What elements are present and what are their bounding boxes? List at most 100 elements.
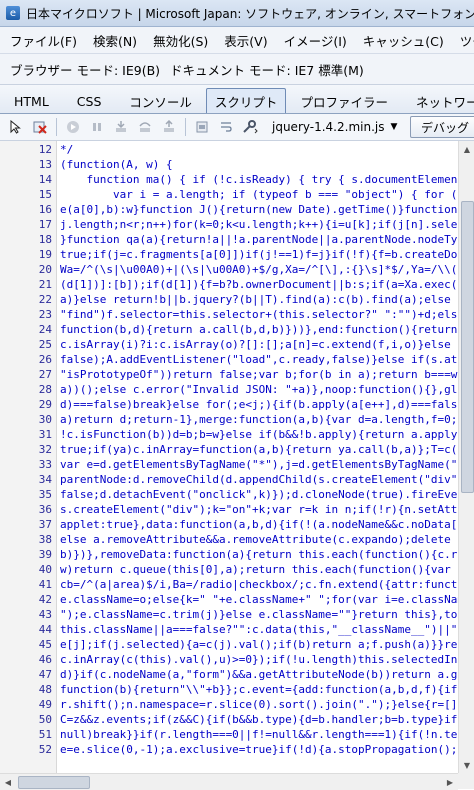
line-number[interactable]: 15 [0, 188, 52, 202]
code-line[interactable]: 25 c.isArray(i)?i:c.isArray(o)?[]:[];a[n]… [0, 338, 458, 352]
code-line[interactable]: 50 C=z&&z.events;if(z&&C){if(b&&b.type){d… [0, 713, 458, 727]
code-line[interactable]: 15 var i = a.length; if (typeof b === "o… [0, 188, 458, 202]
line-number[interactable]: 32 [0, 443, 52, 457]
line-number[interactable]: 50 [0, 713, 52, 727]
menu-images[interactable]: イメージ(I) [274, 31, 353, 50]
code-line[interactable]: 27 "isPrototypeOf"))return false;var b;fo… [0, 368, 458, 382]
menu-disable[interactable]: 無効化(S) [143, 31, 214, 50]
line-number[interactable]: 35 [0, 488, 52, 502]
line-number[interactable]: 51 [0, 728, 52, 742]
menu-file[interactable]: ファイル(F) [0, 31, 83, 50]
scroll-up-icon[interactable]: ▲ [459, 141, 474, 157]
line-number[interactable]: 44 [0, 623, 52, 637]
code-line[interactable]: 22 a)}else return!b||b.jquery?(b||T).find… [0, 293, 458, 307]
word-wrap-icon[interactable] [218, 119, 234, 135]
code-line[interactable]: 14 function ma() { if (!c.isReady) { try… [0, 173, 458, 187]
line-number[interactable]: 38 [0, 533, 52, 547]
break-on-error-icon[interactable] [194, 119, 210, 135]
document-mode-selector[interactable]: ドキュメント モード: IE7 標準(M) [160, 60, 364, 79]
line-number[interactable]: 20 [0, 263, 52, 277]
line-number[interactable]: 41 [0, 578, 52, 592]
code-line[interactable]: 49 r.shift();n.namespace=r.slice(0).sort(… [0, 698, 458, 712]
line-number[interactable]: 42 [0, 593, 52, 607]
code-line[interactable]: 43 ");e.className=c.trim(j)}else e.classN… [0, 608, 458, 622]
line-number[interactable]: 29 [0, 398, 52, 412]
code-line[interactable]: 35 false;d.detachEvent("onclick",k)});d.c… [0, 488, 458, 502]
code-line[interactable]: 23 "find")f.selector=this.selector+(this.… [0, 308, 458, 322]
code-line[interactable]: 36 s.createElement("div");k="on"+k;var r=… [0, 503, 458, 517]
line-number[interactable]: 52 [0, 743, 52, 757]
code-line[interactable]: 51 null)break}}if(r.length===0||f!=null&&… [0, 728, 458, 742]
line-number[interactable]: 46 [0, 653, 52, 667]
code-line[interactable]: 17 j.length;n<r;n++)for(k=0;k<u.length;k+… [0, 218, 458, 232]
clear-browser-cache-icon[interactable] [32, 119, 48, 135]
pause-icon[interactable] [89, 119, 105, 135]
vertical-scroll-thumb[interactable] [461, 201, 474, 493]
code-line[interactable]: 38 else a.removeAttribute&&a.removeAttrib… [0, 533, 458, 547]
code-line[interactable]: 34 parentNode:d.removeChild(d.appendChild… [0, 473, 458, 487]
tab-script[interactable]: スクリプト [205, 88, 287, 113]
code-line[interactable]: 26 false);A.addEventListener("load",c.rea… [0, 353, 458, 367]
start-debugging-icon[interactable] [65, 119, 81, 135]
scroll-right-icon[interactable]: ▶ [442, 774, 458, 790]
line-number[interactable]: 40 [0, 563, 52, 577]
menu-view[interactable]: 表示(V) [214, 31, 273, 50]
line-number[interactable]: 12 [0, 143, 52, 157]
code-line[interactable]: 44 this.className||a===false?"":c.data(th… [0, 623, 458, 637]
line-number[interactable]: 45 [0, 638, 52, 652]
step-into-icon[interactable] [113, 119, 129, 135]
step-over-icon[interactable] [137, 119, 153, 135]
line-number[interactable]: 28 [0, 383, 52, 397]
code-line[interactable]: 33 var e=d.getElementsByTagName("*"),j=d.… [0, 458, 458, 472]
line-number[interactable]: 14 [0, 173, 52, 187]
line-number[interactable]: 33 [0, 458, 52, 472]
code-line[interactable]: 30 a)return d;return-1},merge:function(a,… [0, 413, 458, 427]
line-number[interactable]: 23 [0, 308, 52, 322]
code-line[interactable]: 37 applet:true},data:function(a,b,d){if(!… [0, 518, 458, 532]
code-line[interactable]: 29 d)===false)break}else for(;e<j;){if(b.… [0, 398, 458, 412]
script-file-selector[interactable]: jquery-1.4.2.min.js ▼ [272, 120, 397, 134]
line-number[interactable]: 13 [0, 158, 52, 172]
start-debugging-button[interactable]: デバッグ [409, 116, 474, 138]
menu-cache[interactable]: キャッシュ(C) [353, 31, 450, 50]
line-number[interactable]: 16 [0, 203, 52, 217]
settings-tools-icon[interactable] [242, 119, 258, 135]
scroll-down-icon[interactable]: ▼ [459, 757, 474, 773]
code-line[interactable]: 42 e.className=o;else{k=" "+e.className+"… [0, 593, 458, 607]
code-line[interactable]: 46 c.inArray(c(this).val(),u)>=0});if(!u.… [0, 653, 458, 667]
code-line[interactable]: 41 cb=/^(a|area)$/i,Ba=/radio|checkbox/;c… [0, 578, 458, 592]
line-number[interactable]: 24 [0, 323, 52, 337]
line-number[interactable]: 17 [0, 218, 52, 232]
menu-find[interactable]: 検索(N) [83, 31, 143, 50]
code-line[interactable]: 45 e[j];if(j.selected){a=c(j).val();if(b)… [0, 638, 458, 652]
code-line[interactable]: 40 w)return c.queue(this[0],a);return thi… [0, 563, 458, 577]
line-number[interactable]: 34 [0, 473, 52, 487]
line-number[interactable]: 26 [0, 353, 52, 367]
horizontal-scrollbar[interactable]: ◀ ▶ [0, 773, 458, 790]
code-line[interactable]: 12 */ [0, 143, 458, 157]
script-source-view[interactable]: 12 */ 13 (function(A, w) {14 function ma() … [0, 141, 458, 773]
tab-css[interactable]: CSS [63, 89, 116, 113]
tab-html[interactable]: HTML [0, 89, 63, 113]
step-out-icon[interactable] [161, 119, 177, 135]
line-number[interactable]: 39 [0, 548, 52, 562]
line-number[interactable]: 37 [0, 518, 52, 532]
line-number[interactable]: 43 [0, 608, 52, 622]
tab-network[interactable]: ネットワーク [402, 89, 474, 113]
line-number[interactable]: 25 [0, 338, 52, 352]
scroll-left-icon[interactable]: ◀ [0, 774, 16, 790]
code-line[interactable]: 24 function(b,d){return a.call(b,d,b)}))}… [0, 323, 458, 337]
line-number[interactable]: 31 [0, 428, 52, 442]
code-line[interactable]: 16 e(a[0],b):w}function J(){return(new Da… [0, 203, 458, 217]
line-number[interactable]: 36 [0, 503, 52, 517]
line-number[interactable]: 48 [0, 683, 52, 697]
tab-console[interactable]: コンソール [115, 89, 206, 113]
vertical-scrollbar[interactable]: ▲ ▼ [458, 141, 474, 773]
tab-profiler[interactable]: プロファイラー [286, 89, 402, 113]
code-line[interactable]: 20 Wa=/^(\s|\u00A0)+|(\s|\u00A0)+$/g,Xa=/… [0, 263, 458, 277]
select-element-icon[interactable] [8, 119, 24, 135]
code-line[interactable]: 18}function qa(a){return!a||!a.parentNod… [0, 233, 458, 247]
code-line[interactable]: 39 b)})},removeData:function(a){return th… [0, 548, 458, 562]
line-number[interactable]: 47 [0, 668, 52, 682]
code-line[interactable]: 31 !c.isFunction(b))d=b;b=w}else if(b&&!b… [0, 428, 458, 442]
